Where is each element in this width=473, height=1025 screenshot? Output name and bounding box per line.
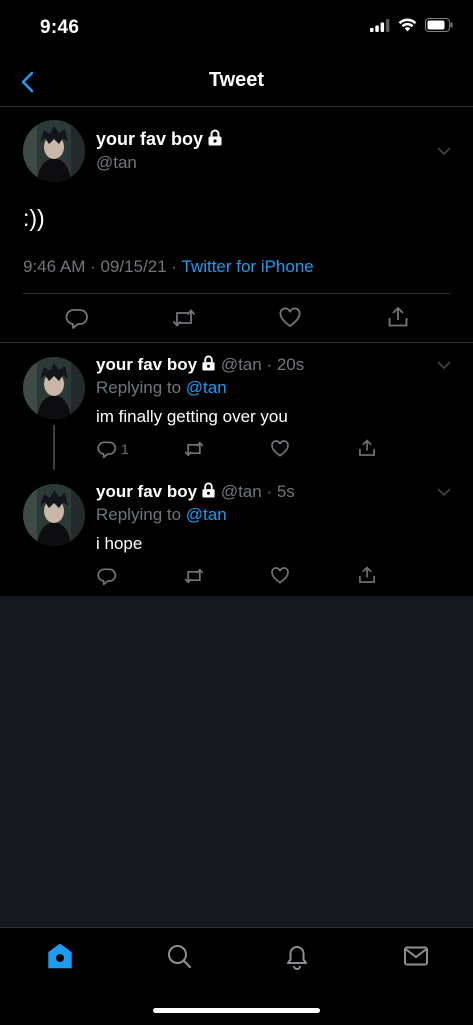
handle[interactable]: @tan [96, 153, 137, 173]
retweet-icon[interactable] [183, 439, 205, 459]
avatar[interactable] [23, 357, 85, 419]
display-name[interactable]: your fav boy [96, 355, 197, 374]
reply-action[interactable]: 1 [97, 439, 129, 459]
signal-icon [370, 18, 390, 32]
divider [23, 293, 450, 294]
reply-header: your fav boy @tan · 5s [96, 482, 295, 502]
heart-icon[interactable] [278, 306, 302, 330]
bell-icon[interactable] [283, 942, 311, 970]
reply-tweet[interactable]: your fav boy @tan · 20s Replying to @tan… [0, 343, 473, 470]
retweet-icon[interactable] [183, 566, 205, 586]
main-tweet[interactable]: your fav boy @tan :)) 9:46 AM · 09/15/21… [0, 107, 473, 343]
chevron-down-icon[interactable] [436, 146, 452, 156]
home-indicator[interactable] [153, 1008, 320, 1013]
handle-time: @tan · 20s [220, 355, 305, 374]
chevron-down-icon[interactable] [436, 487, 452, 497]
battery-icon [425, 18, 453, 32]
nav-bar: Tweet [0, 58, 473, 107]
replying-handle-link[interactable]: @tan [186, 378, 227, 397]
tweet-text: :)) [23, 205, 45, 231]
search-icon[interactable] [165, 942, 193, 970]
status-time: 9:46 [40, 17, 80, 38]
status-bar: 9:46 [0, 0, 473, 58]
timestamp: 9:46 AM · 09/15/21 · [23, 257, 182, 276]
share-icon[interactable] [386, 305, 410, 329]
tweet-text: i hope [96, 534, 143, 553]
author-name-row: your fav boy [96, 129, 223, 150]
retweet-icon[interactable] [171, 306, 197, 330]
page-title: Tweet [208, 69, 265, 91]
reply-icon[interactable] [65, 306, 89, 330]
share-icon[interactable] [357, 438, 377, 458]
heart-icon[interactable] [270, 439, 290, 459]
replying-to: Replying to @tan [96, 505, 227, 525]
share-icon[interactable] [357, 565, 377, 585]
heart-icon[interactable] [270, 566, 290, 586]
lock-icon [202, 355, 215, 371]
replying-to-label: Replying to [96, 505, 186, 524]
lock-icon [208, 129, 222, 146]
wifi-icon [398, 18, 417, 32]
display-name[interactable]: your fav boy [96, 129, 203, 149]
status-icons [370, 18, 453, 32]
replying-to-label: Replying to [96, 378, 186, 397]
handle-time: @tan · 5s [220, 482, 295, 501]
mail-icon[interactable] [402, 942, 430, 970]
reply-tweet[interactable]: your fav boy @tan · 5s Replying to @tan … [0, 470, 473, 596]
tweet-meta: 9:46 AM · 09/15/21 · Twitter for iPhone [23, 257, 314, 277]
reply-icon[interactable] [97, 439, 117, 459]
tweet-text: im finally getting over you [96, 407, 288, 426]
home-icon[interactable] [46, 942, 74, 970]
reply-icon[interactable] [97, 566, 117, 586]
chevron-down-icon[interactable] [436, 360, 452, 370]
avatar[interactable] [23, 120, 85, 182]
lock-icon [202, 482, 215, 498]
avatar[interactable] [23, 484, 85, 546]
replying-to: Replying to @tan [96, 378, 227, 398]
display-name[interactable]: your fav boy [96, 482, 197, 501]
reply-header: your fav boy @tan · 20s [96, 355, 304, 375]
source-link[interactable]: Twitter for iPhone [181, 257, 313, 276]
reply-count: 1 [121, 441, 129, 457]
replying-handle-link[interactable]: @tan [186, 505, 227, 524]
